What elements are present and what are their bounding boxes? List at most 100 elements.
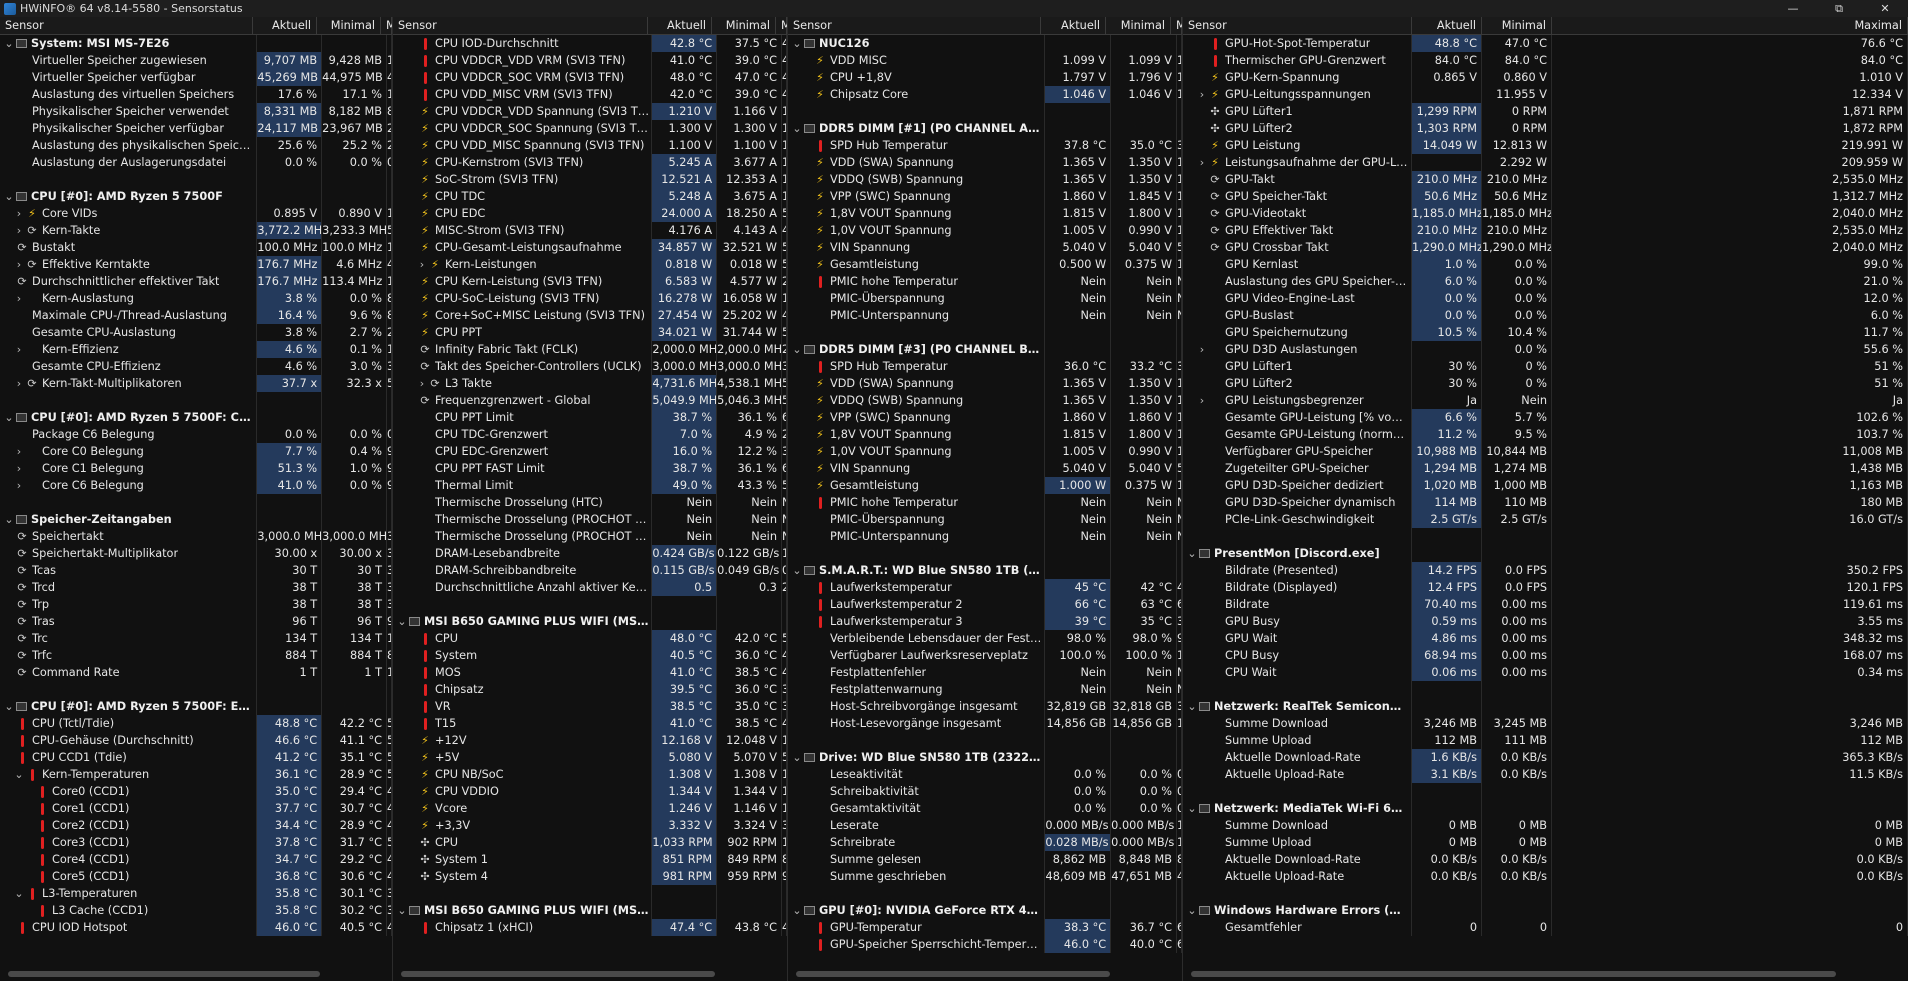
sensor-row[interactable]: › ⚡ GPU-Leitungsspannungen 11.955 V 12.334 V	[1183, 86, 1908, 103]
sensor-group-row[interactable]: ⌄GPU [#0]: NVIDIA GeForce RTX 4070 SUPER…	[788, 902, 1182, 919]
sensor-row[interactable]: GPU Speichernutzung 10.5 % 10.4 % 11.7 %	[1183, 324, 1908, 341]
sensor-row[interactable]: Virtueller Speicher verfügbar 45,269 MB 44…	[0, 69, 392, 86]
column-current[interactable]: Aktuell	[648, 17, 713, 34]
sensor-row[interactable]: ⟳Command Rate1 T1 T1 T	[0, 664, 392, 681]
column-sensor[interactable]: Sensor	[393, 17, 649, 34]
sensor-row[interactable]: ⚡VIN Spannung5.040 V5.040 V5.040 V	[788, 460, 1182, 477]
sensor-row[interactable]: PMIC hohe TemperaturNeinNeinNein	[788, 494, 1182, 511]
sensor-row[interactable]: Bildrate (Displayed) 12.4 FPS 0.0 FPS 120.1…	[1183, 579, 1908, 596]
sensor-row[interactable]: CPU VDDCR_VDD VRM (SVI3 TFN) 41.0 °C 39.0 …	[393, 52, 787, 69]
expand-chevron-icon[interactable]: ›	[14, 343, 24, 357]
sensor-row[interactable]: PCIe-Link-Geschwindigkeit 2.5 GT/s 2.5 GT/…	[1183, 511, 1908, 528]
sensor-row[interactable]: ⚡+12V12.168 V12.048 V12.168 V	[393, 732, 787, 749]
sensor-row[interactable]: ✣ GPU Lüfter2 1,303 RPM 0 RPM 1,872 RPM	[1183, 120, 1908, 137]
sensor-row[interactable]: Core4 (CCD1)34.7 °C29.2 °C40.7 °C	[0, 851, 392, 868]
minimize-button[interactable]: —	[1770, 0, 1816, 17]
expand-chevron-icon[interactable]: ›	[417, 377, 427, 391]
sensor-row[interactable]: System40.5 °C36.0 °C41.5 °C	[393, 647, 787, 664]
sensor-row[interactable]: L3 Cache (CCD1)35.8 °C30.2 °C39.8 °C	[0, 902, 392, 919]
sensor-row[interactable]: ⟳Speichertakt3,000.0 MHz3,000.0 MHz3,000…	[0, 528, 392, 545]
sensor-row[interactable]: Leseaktivität0.0 %0.0 %0.3 %	[788, 766, 1182, 783]
sensor-row[interactable]: CPU PPT Limit38.7 %36.1 %61.0 %	[393, 409, 787, 426]
sensor-row[interactable]: Verfügbarer GPU-Speicher 10,988 MB 10,844 …	[1183, 443, 1908, 460]
column-max[interactable]: Maximal	[381, 17, 392, 34]
expand-chevron-icon[interactable]: ›	[14, 258, 24, 272]
expand-chevron-icon[interactable]: ›	[1197, 394, 1207, 408]
sensor-row[interactable]: Bildrate (Presented) 14.2 FPS 0.0 FPS 350.2…	[1183, 562, 1908, 579]
horizontal-scrollbar[interactable]	[796, 971, 1110, 977]
sensor-row[interactable]: Laufwerkstemperatur45 °C42 °C46 °C	[788, 579, 1182, 596]
sensor-row[interactable]: Aktuelle Download-Rate 1.6 KB/s 0.0 KB/s 36…	[1183, 749, 1908, 766]
sensor-row[interactable]: PMIC-ÜberspannungNeinNeinNein	[788, 511, 1182, 528]
sensor-row[interactable]: ⚡VPP (SWC) Spannung1.860 V1.845 V1.860 V	[788, 188, 1182, 205]
sensor-row[interactable]: ⚡VPP (SWC) Spannung1.860 V1.860 V1.860 V	[788, 409, 1182, 426]
sensor-group-row[interactable]: ⌄ System: MSI MS-7E26	[0, 35, 392, 52]
sensor-row[interactable]: ⟳ Infinity Fabric Takt (FCLK) 2,000.0 MHz 2…	[393, 341, 787, 358]
sensor-group-row[interactable]: ⌄Netzwerk: MediaTek Wi-Fi 6E MT7922 (RZ6…	[1183, 800, 1908, 817]
sensor-row[interactable]: ⚡1,8V VOUT Spannung1.815 V1.800 V1.815 V	[788, 205, 1182, 222]
sensor-row[interactable]: ⚡ CPU VDDCR_VDD Spannung (SVI3 TFN) 1.210 …	[393, 103, 787, 120]
sensor-row[interactable]: Core2 (CCD1)34.4 °C28.9 °C40.7 °C	[0, 817, 392, 834]
sensor-row[interactable]: Schreibaktivität0.0 %0.0 %0.5 %	[788, 783, 1182, 800]
collapse-chevron-icon[interactable]: ⌄	[4, 190, 14, 204]
collapse-chevron-icon[interactable]: ⌄	[4, 513, 14, 527]
sensor-row[interactable]: ⟳ GPU Speicher-Takt 50.6 MHz 50.6 MHz 1,312.…	[1183, 188, 1908, 205]
sensor-row[interactable]: Durchschnittliche Anzahl aktiver Kerne 0.…	[393, 579, 787, 596]
sensor-row[interactable]: ›⚡Leistungsaufnahme der GPU-Leitungen2.2…	[1183, 154, 1908, 171]
sensor-row[interactable]: ›⟳L3 Takte4,731.6 MHz4,538.1 MHz5,056.8 …	[393, 375, 787, 392]
sensor-row[interactable]: Gesamte CPU-Auslastung3.8 %2.7 %24.0 %	[0, 324, 392, 341]
sensor-row[interactable]: Leserate0.000 MB/s0.000 MB/s1.130 MB/s	[788, 817, 1182, 834]
sensor-row[interactable]: Chipsatz 1 (xHCI)47.4 °C43.8 °C48.3 °C	[393, 919, 787, 936]
expand-chevron-icon[interactable]: ›	[1197, 156, 1207, 170]
sensor-row[interactable]: CPU VDDCR_SOC VRM (SVI3 TFN) 48.0 °C 47.0 …	[393, 69, 787, 86]
sensor-group-row[interactable]: ⌄CPU [#0]: AMD Ryzen 5 7500F: C-State Be…	[0, 409, 392, 426]
collapse-chevron-icon[interactable]: ⌄	[397, 615, 407, 629]
sensor-row[interactable]: Zugeteilter GPU-Speicher 1,294 MB 1,274 MB…	[1183, 460, 1908, 477]
sensor-row[interactable]: ⚡ Core+SoC+MISC Leistung (SVI3 TFN) 27.454…	[393, 307, 787, 324]
collapse-chevron-icon[interactable]: ⌄	[1187, 700, 1197, 714]
sensor-row[interactable]: ⚡+5V5.080 V5.070 V5.090 V	[393, 749, 787, 766]
sensor-row[interactable]: GPU Busy 0.59 ms 0.00 ms 3.55 ms	[1183, 613, 1908, 630]
sensor-row[interactable]: CPU PPT FAST Limit38.7 %36.1 %61.0 %	[393, 460, 787, 477]
sensor-row[interactable]: Core5 (CCD1)36.8 °C30.6 °C45.3 °C	[0, 868, 392, 885]
sensor-row[interactable]: FestplattenfehlerNeinNeinNein	[788, 664, 1182, 681]
sensor-row[interactable]: Virtueller Speicher zugewiesen 9,707 MB 9,…	[0, 52, 392, 69]
sensor-row[interactable]: ⟳Trp38 T38 T38 T	[0, 596, 392, 613]
sensor-row[interactable]: Gesamte GPU-Leistung (normalisiert) [...…	[1183, 426, 1908, 443]
sensor-row[interactable]: GPU-Buslast 0.0 % 0.0 % 6.0 %	[1183, 307, 1908, 324]
collapse-chevron-icon[interactable]: ⌄	[397, 904, 407, 918]
collapse-chevron-icon[interactable]: ⌄	[792, 564, 802, 578]
collapse-chevron-icon[interactable]: ⌄	[1187, 802, 1197, 816]
sensor-row[interactable]: Maximale CPU-/Thread-Auslastung 16.4 % 9.6…	[0, 307, 392, 324]
collapse-chevron-icon[interactable]: ⌄	[792, 37, 802, 51]
sensor-row[interactable]: CPU IOD-Durchschnitt42.8 °C37.5 °C45.7 °…	[393, 35, 787, 52]
restore-button[interactable]: ⧉	[1816, 0, 1862, 17]
sensor-row[interactable]: ⚡ GPU-Kern-Spannung 0.865 V 0.860 V 1.010 V	[1183, 69, 1908, 86]
sensor-group-row[interactable]: ⌄MSI B650 GAMING PLUS WIFI (MS-7E26) (Nu…	[393, 613, 787, 630]
column-sensor[interactable]: Sensor	[1183, 17, 1412, 34]
sensor-row[interactable]: ›⟳Kern-Takt-Multiplikatoren37.7 x32.3 x5…	[0, 375, 392, 392]
sensor-group-row[interactable]: ⌄S.M.A.R.T.: WD Blue SN580 1TB (23223380…	[788, 562, 1182, 579]
sensor-row[interactable]: GPU Lüfter2 30 % 0 % 51 %	[1183, 375, 1908, 392]
sensor-row[interactable]: › GPU Leistungsbegrenzer Ja Nein Ja	[1183, 392, 1908, 409]
sensor-row[interactable]: CPU EDC-Grenzwert16.0 %12.2 %35.0 %	[393, 443, 787, 460]
sensor-row[interactable]: ⟳ GPU Crossbar Takt 1,290.0 MHz 1,290.0 MHz…	[1183, 239, 1908, 256]
expand-chevron-icon[interactable]: ›	[14, 445, 24, 459]
sensor-row[interactable]: ⟳Bustakt100.0 MHz100.0 MHz100.0 MHz	[0, 239, 392, 256]
sensor-row[interactable]: ⚡ CPU-SoC-Leistung (SVI3 TFN) 16.278 W 16.0…	[393, 290, 787, 307]
sensor-row[interactable]: › GPU D3D Auslastungen 0.0 % 55.6 %	[1183, 341, 1908, 358]
sensor-row[interactable]: ›⟳Effektive Kerntakte176.7 MHz4.6 MHz4,3…	[0, 256, 392, 273]
sensor-row[interactable]: ⚡ CPU VDD_MISC Spannung (SVI3 TFN) 1.100 V…	[393, 137, 787, 154]
sensor-row[interactable]: PMIC hohe TemperaturNeinNeinNein	[788, 273, 1182, 290]
sensor-row[interactable]: Gesamtfehler 0 0 0	[1183, 919, 1908, 936]
sensor-row[interactable]: ⟳Trfc884 T884 T884 T	[0, 647, 392, 664]
sensor-row[interactable]: T1541.0 °C38.5 °C41.5 °C	[393, 715, 787, 732]
sensor-row[interactable]: Thermische Drosselung (HTC)NeinNeinNein	[393, 494, 787, 511]
sensor-row[interactable]: Aktuelle Upload-Rate 0.0 KB/s 0.0 KB/s 0.0 …	[1183, 868, 1908, 885]
sensor-group-row[interactable]: ⌄ NUC126	[788, 35, 1182, 52]
column-min[interactable]: Minimal	[317, 17, 381, 34]
sensor-panel-3[interactable]: SensorAktuellMinimalMaximal⌄NUC126⚡VDD M…	[788, 17, 1183, 981]
sensor-row[interactable]: Schreibrate0.028 MB/s0.000 MB/s10.028 MB…	[788, 834, 1182, 851]
collapse-chevron-icon[interactable]: ⌄	[792, 751, 802, 765]
column-min[interactable]: Minimal	[1482, 17, 1552, 34]
